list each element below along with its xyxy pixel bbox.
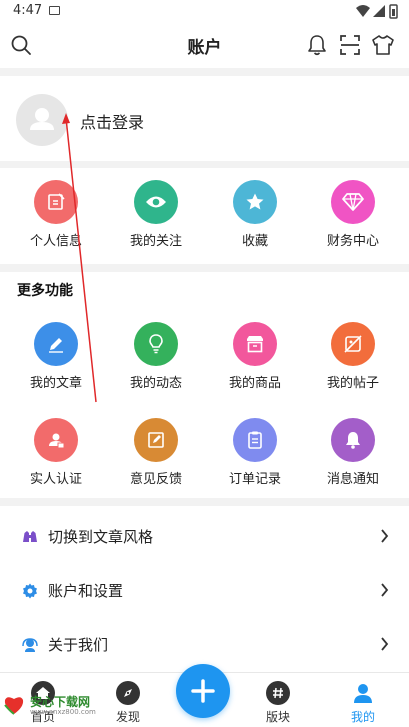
user-icon [351, 681, 375, 705]
star-icon [233, 180, 277, 224]
bell-icon[interactable] [306, 34, 328, 56]
tab-mine[interactable]: 我的 [333, 679, 393, 727]
scan-icon[interactable] [339, 34, 361, 56]
chevron-right-icon [381, 529, 389, 543]
avatar[interactable] [16, 94, 68, 146]
clipboard-icon [233, 418, 277, 462]
more-item-label: 消息通知 [326, 472, 379, 487]
add-button[interactable] [176, 664, 230, 718]
status-bar: 4:47 [0, 0, 409, 24]
watermark-url: www.anxz800.com [30, 708, 96, 716]
more-item-my-updates[interactable]: 我的动态 [106, 322, 206, 402]
gear-icon [23, 583, 37, 599]
app-header: 账户 [0, 24, 409, 68]
bell-icon [331, 418, 375, 462]
watermark-logo-icon [4, 697, 24, 715]
menu-item-switch-style[interactable]: 切换到文章风格 [0, 509, 409, 563]
more-item-label: 我的文章 [29, 376, 82, 391]
section-title: 更多功能 [17, 283, 73, 299]
shop-icon [233, 322, 277, 366]
menu-item-label: 切换到文章风格 [48, 528, 154, 546]
wifi-icon [356, 5, 370, 17]
more-features: 更多功能 我的文章 我的动态 我的商品 我的帖子 实人认证 意见反馈 订单记录 … [0, 272, 409, 498]
signal-icon [373, 5, 385, 17]
user-placeholder-icon [30, 108, 54, 130]
status-icons [356, 4, 398, 19]
more-item-verification[interactable]: 实人认证 [6, 418, 106, 498]
more-item-my-products[interactable]: 我的商品 [205, 322, 305, 402]
tab-label: 我的 [350, 710, 375, 724]
edit-square-icon [34, 180, 78, 224]
quick-item-label: 我的关注 [129, 234, 182, 249]
quick-actions: 个人信息 我的关注 收藏 财务中心 [0, 168, 409, 264]
quick-item-label: 财务中心 [326, 234, 379, 249]
id-card-icon [34, 418, 78, 462]
diamond-icon [331, 180, 375, 224]
chevron-right-icon [381, 637, 389, 651]
more-item-label: 实人认证 [29, 472, 82, 487]
plus-icon [191, 679, 215, 703]
sim-card-icon [49, 6, 60, 15]
menu-item-label: 关于我们 [48, 636, 109, 654]
bulb-icon [134, 322, 178, 366]
binoculars-icon [23, 531, 37, 542]
feedback-icon [134, 418, 178, 462]
post-off-icon [331, 322, 375, 366]
quick-item-favorites[interactable]: 收藏 [205, 180, 305, 260]
more-item-feedback[interactable]: 意见反馈 [106, 418, 206, 498]
tab-forums[interactable]: 版块 [248, 679, 308, 727]
menu-item-label: 账户和设置 [48, 582, 124, 600]
more-item-label: 我的商品 [228, 376, 281, 391]
more-item-notifications[interactable]: 消息通知 [303, 418, 403, 498]
menu-list: 切换到文章风格 账户和设置 关于我们 [0, 506, 409, 672]
watermark: 安心下载网 www.anxz800.com [0, 690, 110, 724]
quick-item-following[interactable]: 我的关注 [106, 180, 206, 260]
menu-item-account-settings[interactable]: 账户和设置 [0, 563, 409, 617]
more-item-my-posts[interactable]: 我的帖子 [303, 322, 403, 402]
quick-item-personal-info[interactable]: 个人信息 [6, 180, 106, 260]
more-item-orders[interactable]: 订单记录 [205, 418, 305, 498]
quick-item-label: 个人信息 [29, 234, 82, 249]
more-item-label: 意见反馈 [129, 472, 182, 487]
tab-label: 版块 [265, 710, 290, 724]
compass-icon [116, 681, 140, 705]
shirt-icon[interactable] [371, 34, 395, 56]
status-time: 4:47 [13, 3, 43, 18]
hashtag-icon [266, 681, 290, 705]
eye-icon [134, 180, 178, 224]
more-item-label: 我的动态 [129, 376, 182, 391]
pencil-icon [34, 322, 78, 366]
more-item-my-articles[interactable]: 我的文章 [6, 322, 106, 402]
more-item-label: 订单记录 [228, 472, 281, 487]
chevron-right-icon [381, 583, 389, 597]
login-label[interactable]: 点击登录 [80, 109, 144, 133]
menu-item-about-us[interactable]: 关于我们 [0, 617, 409, 671]
quick-item-label: 收藏 [241, 234, 268, 249]
support-icon [22, 638, 38, 652]
more-item-label: 我的帖子 [326, 376, 379, 391]
quick-item-finance[interactable]: 财务中心 [303, 180, 403, 260]
login-card[interactable]: 点击登录 [0, 76, 409, 161]
